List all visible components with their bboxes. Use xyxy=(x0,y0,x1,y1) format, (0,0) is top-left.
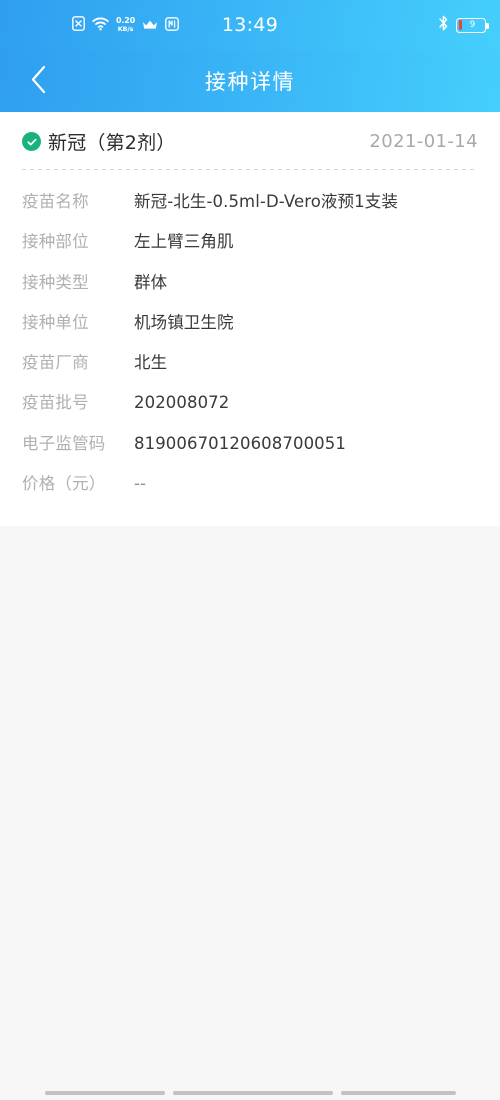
detail-row: 接种单位 机场镇卫生院 xyxy=(22,303,478,343)
app-badge-icon xyxy=(165,16,179,35)
detail-row: 电子监管码 81900670120608700051 xyxy=(22,424,478,464)
status-bar-right-icons: 9 xyxy=(438,0,489,50)
wifi-icon xyxy=(92,16,109,35)
detail-row: 疫苗厂商 北生 xyxy=(22,343,478,383)
detail-row-label: 疫苗批号 xyxy=(22,393,89,413)
detail-row-value: 新冠-北生-0.5ml-D-Vero液预1支装 xyxy=(134,192,398,211)
check-circle-icon xyxy=(22,132,41,151)
detail-row-label: 电子监管码 xyxy=(22,433,106,453)
detail-row-label: 接种单位 xyxy=(22,312,89,332)
nav-hint-recents[interactable] xyxy=(340,1091,456,1095)
battery-level-label: 9 xyxy=(469,20,476,30)
vaccination-date: 2021-01-14 xyxy=(369,131,478,152)
detail-rows-list: 疫苗名称 新冠-北生-0.5ml-D-Vero液预1支装接种部位 左上臂三角肌接种类… xyxy=(0,170,500,504)
status-bar-left-icons: 0.20 KB/s xyxy=(72,0,179,50)
battery-low-icon: 9 xyxy=(456,17,489,33)
nav-hint-home[interactable] xyxy=(172,1091,333,1095)
detail-row-label: 疫苗名称 xyxy=(22,192,89,211)
detail-row-value: 左上臂三角肌 xyxy=(134,232,234,252)
detail-row: 接种部位 左上臂三角肌 xyxy=(22,222,478,262)
detail-row-value: 81900670120608700051 xyxy=(134,433,346,453)
detail-row-value: 机场镇卫生院 xyxy=(134,312,234,332)
network-speed-unit: KB/s xyxy=(117,25,134,34)
detail-row: 疫苗批号 202008072 xyxy=(22,383,478,423)
app-header: 接种详情 xyxy=(0,50,500,112)
status-bar: 0.20 KB/s 13:49 9 xyxy=(0,0,500,50)
detail-row-value: 北生 xyxy=(134,353,168,373)
detail-row-value: 群体 xyxy=(134,272,168,292)
vaccination-detail-card: 新冠（第2剂） 2021-01-14 疫苗名称 新冠-北生-0.5ml-D-Ver… xyxy=(0,112,500,527)
card-header: 新冠（第2剂） 2021-01-14 xyxy=(0,112,500,169)
detail-row-label: 价格（元） xyxy=(22,473,106,493)
detail-row: 价格（元） -- xyxy=(22,464,478,504)
detail-row-label: 接种部位 xyxy=(22,232,89,252)
system-navigation-hints xyxy=(0,1076,500,1100)
detail-row-label: 接种类型 xyxy=(22,272,89,292)
detail-row-label: 疫苗厂商 xyxy=(22,353,89,373)
sim-card-disabled-icon xyxy=(72,15,85,35)
vaccine-dose-title: 新冠（第2剂） xyxy=(48,132,176,154)
crown-icon xyxy=(142,16,158,35)
detail-row: 疫苗名称 新冠-北生-0.5ml-D-Vero液预1支装 xyxy=(22,182,478,222)
page-title: 接种详情 xyxy=(205,70,295,94)
phone-screen: 0.20 KB/s 13:49 9 接种详情 新冠（第2剂） 2021-01-1… xyxy=(0,0,500,1100)
nav-hint-back[interactable] xyxy=(44,1091,165,1095)
detail-row-value: 202008072 xyxy=(134,393,230,413)
detail-row-value: -- xyxy=(134,473,147,493)
status-bar-clock: 13:49 xyxy=(221,14,279,36)
network-speed-indicator: 0.20 KB/s xyxy=(116,17,135,33)
detail-row: 接种类型 群体 xyxy=(22,263,478,303)
bluetooth-icon xyxy=(438,15,449,35)
network-speed-value: 0.20 xyxy=(116,16,135,26)
content-background xyxy=(0,526,500,1076)
